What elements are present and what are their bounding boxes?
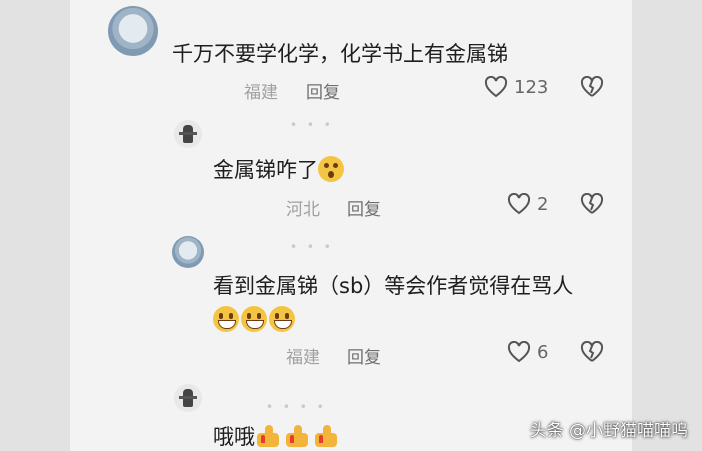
thumbs-up-emoji [313,424,339,448]
left-margin [0,0,70,451]
like-count: 2 [537,193,549,215]
emoji-row [213,306,297,334]
comment-text: 千万不要学化学，化学书上有金属锑 [172,42,508,66]
thumbs-up-emoji [255,424,281,448]
like-button[interactable]: 123 [484,76,548,98]
avatar[interactable] [108,6,158,56]
avatar[interactable] [174,120,202,148]
watermark-text: 头条 @小野猫喵喵呜 [529,421,688,441]
like-count: 6 [537,341,549,363]
broken-heart-icon[interactable] [580,193,604,215]
thumbs-up-emoji [284,424,310,448]
comment-text: 哦哦 [213,425,255,449]
comment-location: 福建 [244,83,278,103]
grinning-emoji [269,306,295,332]
heart-icon [484,76,508,98]
like-button[interactable]: 6 [507,341,548,363]
avatar[interactable] [174,384,202,412]
heart-icon [507,341,531,363]
username-placeholder: • • • [290,118,334,132]
comment-text-line: 哦哦 [213,423,342,451]
right-margin [632,0,702,451]
surprised-emoji [318,156,344,182]
reply-button[interactable]: 回复 [347,195,381,220]
comment-location: 河北 [286,200,320,220]
broken-heart-icon[interactable] [580,341,604,363]
watermark: 头条 @小野猫喵喵呜 [530,416,688,441]
reply-button[interactable]: 回复 [306,78,340,103]
broken-heart-icon[interactable] [580,76,604,98]
grinning-emoji [241,306,267,332]
grinning-emoji [213,306,239,332]
avatar[interactable] [172,236,204,268]
like-count: 123 [514,76,549,98]
comment-text-line: 金属锑咋了 [213,156,346,184]
username-placeholder: • • • [290,240,334,254]
comment-text: 金属锑咋了 [213,158,318,182]
comment-location: 福建 [286,348,320,368]
reply-button[interactable]: 回复 [347,343,381,368]
username-placeholder: • • • • [266,400,327,414]
comment-text: 看到金属锑（sb）等会作者觉得在骂人 [213,274,574,298]
like-button[interactable]: 2 [507,193,548,215]
heart-icon [507,193,531,215]
